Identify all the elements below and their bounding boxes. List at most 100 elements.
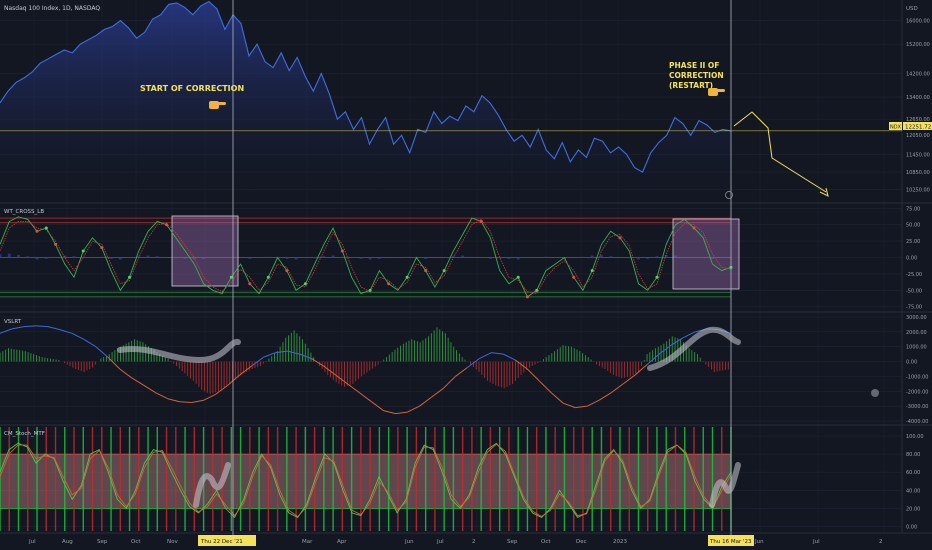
vslrt-bar [691, 350, 693, 362]
stoch-pane-title: CM_Stoch_MTF [4, 431, 45, 437]
vslrt-bar [164, 357, 166, 362]
vslrt-bar [509, 361, 511, 386]
stoch-signal-bar [156, 427, 159, 531]
vslrt-bar [638, 361, 640, 372]
wt-histogram-bar [553, 257, 557, 259]
stoch-signal-bar [517, 427, 519, 531]
vslrt-bar [402, 343, 404, 362]
y-tick-label: -75.00 [906, 305, 922, 311]
wt-histogram-bar [387, 257, 391, 259]
vslrt-bar [234, 361, 236, 380]
vslrt-bar [461, 357, 463, 362]
vslrt-bar [80, 361, 82, 371]
y-tick-label: 0.00 [906, 360, 917, 366]
y-tick-label: 2000.00 [906, 330, 927, 336]
stoch-signal-bar [424, 427, 427, 531]
vslrt-bar [716, 361, 718, 372]
stoch-signal-bar [610, 427, 612, 531]
y-tick-label: 13400.00 [906, 95, 930, 101]
vslrt-bar [489, 361, 491, 383]
vslrt-bar [36, 355, 37, 362]
wt-histogram-bar [285, 257, 289, 259]
x-tick-label: Oct [541, 539, 551, 545]
vslrt-bar [456, 350, 458, 362]
vslrt-bar [514, 361, 516, 381]
cursor-date-right: Thu 16 Mar '23 [708, 535, 754, 546]
x-tick-label: Jul [812, 539, 820, 545]
vslrt-bar [30, 353, 32, 362]
vslrt-bar [444, 333, 446, 362]
stoch-signal-bar [239, 427, 242, 531]
chart-canvas[interactable]: 16000.0015200.0014200.0013400.0012650.00… [0, 0, 932, 550]
vslrt-bar [425, 338, 427, 362]
vslrt-bar [512, 361, 514, 384]
wt-histogram-bar [165, 257, 169, 259]
stoch-signal-bar [323, 427, 325, 531]
vslrt-bar [268, 358, 270, 362]
vslrt-bar [391, 352, 393, 362]
wt-histogram-bar [535, 257, 539, 259]
stoch-signal-bar [489, 427, 492, 531]
vslrt-bar [55, 359, 57, 362]
vslrt-bar [419, 342, 421, 362]
vslrt-bar [19, 350, 21, 362]
vslrt-bar [590, 359, 592, 362]
stoch-signal-bar [665, 427, 667, 531]
price-badge-below: 12050.00 [906, 133, 930, 139]
x-tick-label: 2023 [613, 539, 627, 545]
vslrt-bar [47, 358, 49, 362]
vslrt-bar [565, 345, 567, 362]
vslrt-bar [195, 361, 197, 384]
wt-histogram-bar [340, 256, 344, 258]
vslrt-bar [344, 361, 345, 387]
wt-cross-dot [525, 295, 529, 299]
vslrt-bar [274, 353, 275, 362]
vslrt-bar [64, 361, 65, 364]
stoch-signal-bar [397, 427, 399, 531]
vslrt-bar [405, 342, 407, 362]
x-tick-label: Apr [337, 539, 347, 545]
vslrt-bar [187, 361, 189, 376]
wt-cross-dot [229, 275, 233, 279]
wt-cross-dot [442, 269, 446, 273]
vslrt-bar [598, 361, 600, 367]
y-tick-label: 11450.00 [906, 152, 930, 158]
y-tick-label: -25.00 [906, 272, 922, 278]
vslrt-bar [713, 361, 715, 372]
vslrt-bar [58, 360, 60, 362]
vslrt-bar [192, 361, 194, 381]
wt-histogram-bar [655, 256, 659, 258]
vslrt-bar [13, 349, 15, 362]
vslrt-bar [394, 349, 396, 362]
vslrt-bar [198, 361, 200, 387]
wt-histogram-bar [470, 256, 474, 258]
vslrt-bar [215, 361, 217, 393]
stoch-signal-bar [147, 427, 149, 531]
vslrt-bar [52, 359, 54, 362]
wt-cross-dot [405, 275, 409, 279]
vslrt-bar [699, 357, 701, 362]
y-tick-label: 80.00 [906, 452, 920, 458]
vslrt-bar [69, 361, 71, 367]
vslrt-bar [492, 361, 494, 384]
y-tick-label: -4000.00 [906, 419, 928, 425]
vslrt-bar [495, 361, 497, 386]
annotation-phase-line1: PHASE II OF [669, 61, 719, 70]
vslrt-bar [92, 361, 93, 368]
vslrt-bar [433, 330, 435, 362]
wt-histogram-bar [461, 255, 465, 258]
vslrt-bar [545, 357, 547, 362]
vslrt-bar [528, 361, 530, 368]
vslrt-bar [229, 361, 231, 384]
wt-histogram-bar [146, 255, 150, 258]
vslrt-bar [75, 361, 77, 369]
wt-cross-dot [479, 219, 483, 223]
vslrt-bar [366, 361, 368, 373]
vslrt-bar [484, 361, 486, 378]
stoch-signal-bar [165, 427, 168, 531]
wt-histogram-bar [91, 257, 95, 259]
vslrt-bar [414, 340, 416, 362]
vslrt-bar [374, 361, 376, 367]
wt-histogram-bar [498, 257, 502, 259]
vslrt-bar [556, 349, 558, 362]
